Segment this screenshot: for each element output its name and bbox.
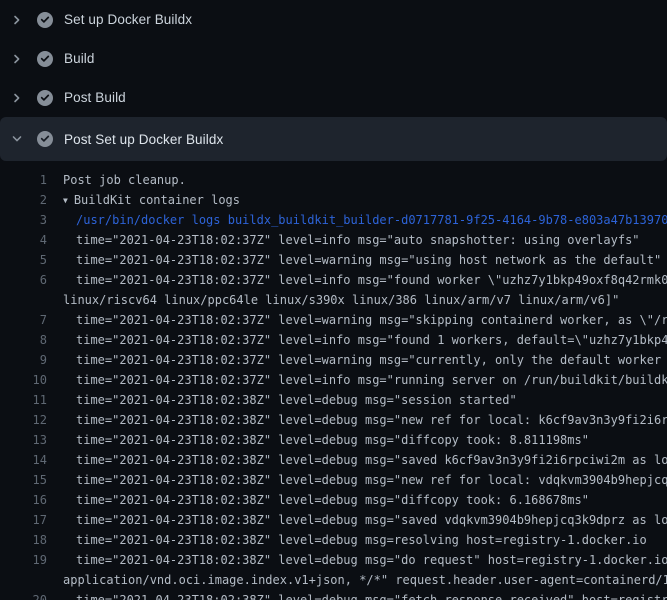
log-text: application/vnd.oci.image.index.v1+json,… [63, 570, 667, 590]
line-number[interactable] [0, 290, 47, 310]
log-line: 20 time="2021-04-23T18:02:38Z" level=deb… [0, 590, 667, 600]
log-text: /usr/bin/docker logs buildx_buildkit_bui… [76, 210, 667, 230]
log-area: 1 Post job cleanup. 2 ▼BuildKit containe… [0, 161, 667, 600]
step-label: Post Build [64, 90, 126, 105]
log-line: 15 time="2021-04-23T18:02:38Z" level=deb… [0, 470, 667, 490]
log-line: 5 time="2021-04-23T18:02:37Z" level=warn… [0, 250, 667, 270]
actions-log-viewer: Set up Docker Buildx Build Post Build Po… [0, 0, 667, 600]
log-group-header[interactable]: 2 ▼BuildKit container logs [0, 190, 667, 210]
line-number[interactable] [0, 570, 47, 590]
log-line: 14 time="2021-04-23T18:02:38Z" level=deb… [0, 450, 667, 470]
line-number[interactable]: 9 [0, 350, 47, 370]
log-text: time="2021-04-23T18:02:37Z" level=info m… [76, 270, 667, 290]
log-line: 10 time="2021-04-23T18:02:37Z" level=inf… [0, 370, 667, 390]
step-label: Set up Docker Buildx [64, 12, 192, 27]
line-number[interactable]: 16 [0, 490, 47, 510]
log-text: time="2021-04-23T18:02:38Z" level=debug … [76, 550, 667, 570]
line-number[interactable]: 8 [0, 330, 47, 350]
steps-list: Set up Docker Buildx Build Post Build [0, 0, 667, 117]
log-line: 11 time="2021-04-23T18:02:38Z" level=deb… [0, 390, 667, 410]
log-line: 18 time="2021-04-23T18:02:38Z" level=deb… [0, 530, 667, 550]
line-number[interactable]: 7 [0, 310, 47, 330]
check-circle-icon [37, 90, 53, 106]
chevron-right-icon [12, 93, 22, 103]
check-circle-icon [37, 51, 53, 67]
line-number[interactable]: 20 [0, 590, 47, 600]
log-line: 13 time="2021-04-23T18:02:38Z" level=deb… [0, 430, 667, 450]
log-text: time="2021-04-23T18:02:37Z" level=warnin… [76, 350, 667, 370]
log-text: time="2021-04-23T18:02:38Z" level=debug … [76, 390, 517, 410]
log-line: 4 time="2021-04-23T18:02:37Z" level=info… [0, 230, 667, 250]
log-text: time="2021-04-23T18:02:38Z" level=debug … [76, 410, 667, 430]
log-text: time="2021-04-23T18:02:38Z" level=debug … [76, 470, 667, 490]
line-number[interactable]: 1 [0, 170, 47, 190]
line-number[interactable]: 4 [0, 230, 47, 250]
log-line: 9 time="2021-04-23T18:02:37Z" level=warn… [0, 350, 667, 370]
step-label: Post Set up Docker Buildx [64, 132, 223, 147]
log-line: linux/riscv64 linux/ppc64le linux/s390x … [0, 290, 667, 310]
line-number[interactable]: 15 [0, 470, 47, 490]
log-text: time="2021-04-23T18:02:37Z" level=info m… [76, 330, 667, 350]
line-number[interactable]: 10 [0, 370, 47, 390]
check-circle-icon [37, 12, 53, 28]
log-line: 19 time="2021-04-23T18:02:38Z" level=deb… [0, 550, 667, 570]
log-line: 8 time="2021-04-23T18:02:37Z" level=info… [0, 330, 667, 350]
log-text: time="2021-04-23T18:02:38Z" level=debug … [76, 510, 667, 530]
log-line: 3 /usr/bin/docker logs buildx_buildkit_b… [0, 210, 667, 230]
log-line: 6 time="2021-04-23T18:02:37Z" level=info… [0, 270, 667, 290]
log-text: time="2021-04-23T18:02:37Z" level=info m… [76, 230, 640, 250]
check-circle-icon [37, 131, 53, 147]
log-text: time="2021-04-23T18:02:38Z" level=debug … [76, 530, 647, 550]
line-number[interactable]: 13 [0, 430, 47, 450]
line-number[interactable]: 3 [0, 210, 47, 230]
line-number[interactable]: 12 [0, 410, 47, 430]
log-line: 7 time="2021-04-23T18:02:37Z" level=warn… [0, 310, 667, 330]
step-row-expanded[interactable]: Post Set up Docker Buildx [0, 117, 667, 161]
line-number[interactable]: 19 [0, 550, 47, 570]
line-number[interactable]: 6 [0, 270, 47, 290]
log-text: time="2021-04-23T18:02:38Z" level=debug … [76, 590, 667, 600]
line-number[interactable]: 17 [0, 510, 47, 530]
chevron-right-icon [12, 54, 22, 64]
step-row[interactable]: Build [0, 39, 667, 78]
log-text: time="2021-04-23T18:02:37Z" level=info m… [76, 370, 667, 390]
log-line: 12 time="2021-04-23T18:02:38Z" level=deb… [0, 410, 667, 430]
line-number[interactable]: 14 [0, 450, 47, 470]
step-row[interactable]: Post Build [0, 78, 667, 117]
log-line: 17 time="2021-04-23T18:02:38Z" level=deb… [0, 510, 667, 530]
line-number[interactable]: 2 [0, 190, 47, 210]
log-text: linux/riscv64 linux/ppc64le linux/s390x … [63, 290, 619, 310]
log-text: ▼BuildKit container logs [63, 190, 240, 210]
log-line: application/vnd.oci.image.index.v1+json,… [0, 570, 667, 590]
step-label: Build [64, 51, 95, 66]
log-text: time="2021-04-23T18:02:38Z" level=debug … [76, 430, 589, 450]
line-number[interactable]: 18 [0, 530, 47, 550]
log-text: time="2021-04-23T18:02:38Z" level=debug … [76, 450, 667, 470]
log-line: 16 time="2021-04-23T18:02:38Z" level=deb… [0, 490, 667, 510]
line-number[interactable]: 11 [0, 390, 47, 410]
log-text: time="2021-04-23T18:02:37Z" level=warnin… [76, 310, 667, 330]
chevron-right-icon [12, 15, 22, 25]
log-line: 1 Post job cleanup. [0, 170, 667, 190]
log-text: time="2021-04-23T18:02:37Z" level=warnin… [76, 250, 661, 270]
log-text: Post job cleanup. [63, 170, 186, 190]
line-number[interactable]: 5 [0, 250, 47, 270]
chevron-down-icon [12, 134, 22, 144]
step-row[interactable]: Set up Docker Buildx [0, 0, 667, 39]
triangle-down-icon[interactable]: ▼ [63, 191, 68, 210]
log-text: time="2021-04-23T18:02:38Z" level=debug … [76, 490, 589, 510]
